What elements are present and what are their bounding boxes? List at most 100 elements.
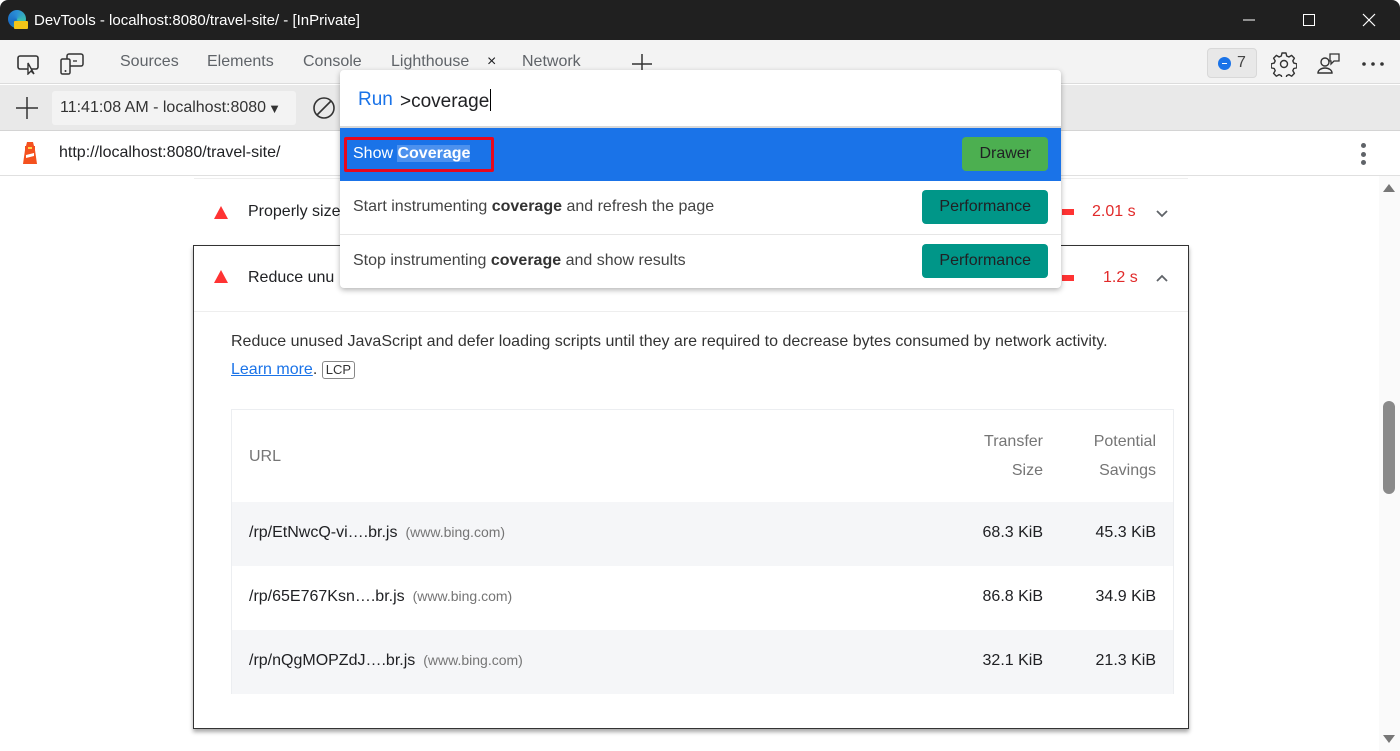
- maximize-button[interactable]: [1286, 0, 1332, 40]
- window-title-bar: DevTools - localhost:8080/travel-site/ -…: [0, 0, 1400, 40]
- potential-savings-cell: 45.3 KiB: [1095, 524, 1156, 541]
- command-input[interactable]: Run >coverage: [340, 70, 1061, 128]
- label-prefix: Show: [353, 145, 398, 162]
- audit-savings-value: 2.01 s: [1092, 203, 1136, 220]
- minimize-icon: [1243, 19, 1255, 21]
- inspect-element-button[interactable]: [15, 52, 41, 76]
- header-line: Transfer: [984, 433, 1043, 450]
- close-lighthouse-tab-icon[interactable]: ×: [487, 53, 496, 71]
- lighthouse-icon: [20, 140, 40, 166]
- label-prefix: Stop instrumenting: [353, 252, 491, 269]
- scroll-up-arrow-icon[interactable]: [1383, 184, 1395, 192]
- command-item-show-coverage[interactable]: Show Coverage Drawer: [340, 128, 1061, 181]
- table-row: /rp/65E767Ksn….br.js (www.bing.com) 86.8 …: [232, 566, 1173, 630]
- audit-title: Reduce unu: [248, 269, 335, 286]
- clear-reports-button[interactable]: [312, 96, 336, 120]
- transfer-size-cell: 68.3 KiB: [982, 524, 1043, 541]
- feedback-button[interactable]: [1316, 52, 1342, 76]
- audit-savings-value: 1.2 s: [1103, 269, 1138, 286]
- label-match: coverage: [490, 252, 562, 269]
- warning-triangle-icon: [214, 206, 228, 219]
- audit-score-bar: [1062, 275, 1074, 281]
- plus-icon: [16, 97, 38, 119]
- command-item-label: Start instrumenting coverage and refresh…: [353, 198, 714, 216]
- resource-url[interactable]: /rp/nQgMOPZdJ….br.js (www.bing.com): [249, 652, 523, 670]
- table-row: /rp/nQgMOPZdJ….br.js (www.bing.com) 32.1 …: [232, 630, 1173, 694]
- issues-count: 7: [1237, 54, 1246, 71]
- device-toggle-icon: [60, 53, 84, 75]
- command-item-start-instrumenting-coverage[interactable]: Start instrumenting coverage and refresh…: [340, 181, 1061, 234]
- url-host: (www.bing.com): [405, 524, 506, 540]
- punctuation: .: [312, 361, 318, 378]
- unused-js-table: URL Transfer Size Potential Savings /rp/…: [231, 409, 1174, 694]
- scrollbar-thumb[interactable]: [1383, 401, 1395, 494]
- settings-button[interactable]: [1271, 52, 1297, 77]
- label-suffix: and show results: [561, 252, 686, 269]
- dropdown-caret-icon: ▼: [268, 100, 281, 116]
- edge-devtools-icon: [8, 10, 28, 30]
- close-icon: [1362, 13, 1376, 27]
- warning-triangle-icon: [214, 270, 228, 283]
- new-report-button[interactable]: [14, 95, 40, 121]
- kebab-dot: [1360, 143, 1366, 148]
- chevron-down-icon[interactable]: [1154, 205, 1170, 221]
- lcp-metric-badge: LCP: [321, 360, 356, 379]
- tab-console[interactable]: Console: [303, 53, 362, 71]
- feedback-icon: [1317, 53, 1340, 74]
- report-menu-button[interactable]: [1355, 141, 1371, 167]
- tab-lighthouse[interactable]: Lighthouse: [391, 53, 469, 71]
- column-header-potential-savings: Potential Savings: [1094, 427, 1156, 485]
- command-item-stop-instrumenting-coverage[interactable]: Stop instrumenting coverage and show res…: [340, 234, 1061, 287]
- audit-title: Properly size: [248, 203, 341, 220]
- url-host: (www.bing.com): [412, 588, 513, 604]
- category-badge-performance: Performance: [922, 244, 1048, 278]
- inspect-icon: [17, 55, 39, 75]
- kebab-dot: [1360, 151, 1366, 157]
- header-line: Savings: [1099, 462, 1156, 479]
- text-cursor: [490, 89, 492, 111]
- device-emulation-button[interactable]: [59, 52, 85, 76]
- minimize-button[interactable]: [1226, 0, 1272, 40]
- table-header: URL Transfer Size Potential Savings: [232, 410, 1173, 502]
- issues-icon: [1218, 56, 1232, 70]
- potential-savings-cell: 21.3 KiB: [1095, 652, 1156, 669]
- resource-url[interactable]: /rp/EtNwcQ-vi….br.js (www.bing.com): [249, 524, 505, 542]
- header-line: Potential: [1093, 433, 1156, 450]
- tab-sources[interactable]: Sources: [120, 53, 179, 71]
- divider: [194, 311, 1188, 312]
- label-prefix: Start instrumenting: [353, 198, 492, 215]
- label-suffix: and refresh the page: [562, 198, 715, 215]
- report-select[interactable]: 11:41:08 AM - localhost:8080 ▼: [52, 91, 296, 125]
- url-host: (www.bing.com): [423, 652, 523, 668]
- maximize-icon: [1303, 14, 1315, 26]
- close-window-button[interactable]: [1346, 0, 1392, 40]
- resource-url[interactable]: /rp/65E767Ksn….br.js (www.bing.com): [249, 588, 512, 606]
- tab-elements[interactable]: Elements: [207, 53, 274, 71]
- report-select-value: 11:41:08 AM - localhost:8080: [60, 99, 267, 116]
- column-header-url: URL: [249, 448, 282, 465]
- command-query[interactable]: >coverage: [400, 89, 492, 113]
- url-path: /rp/EtNwcQ-vi….br.js: [249, 524, 398, 541]
- more-options-button[interactable]: [1360, 52, 1386, 76]
- category-badge-drawer: Drawer: [962, 137, 1048, 171]
- kebab-dot: [1360, 160, 1366, 165]
- chevron-up-icon[interactable]: [1154, 270, 1170, 286]
- audit-score-bar: [1062, 209, 1074, 215]
- transfer-size-cell: 86.8 KiB: [982, 588, 1043, 605]
- clear-icon: [313, 97, 335, 119]
- tab-network[interactable]: Network: [522, 53, 581, 71]
- scroll-down-arrow-icon[interactable]: [1383, 735, 1395, 743]
- issues-counter-button[interactable]: 7: [1207, 48, 1257, 78]
- category-badge-performance: Performance: [922, 190, 1048, 224]
- learn-more-link[interactable]: Learn more: [231, 361, 313, 378]
- potential-savings-cell: 34.9 KiB: [1095, 588, 1156, 605]
- column-header-transfer-size: Transfer Size: [984, 427, 1043, 485]
- label-match: Coverage: [397, 145, 471, 162]
- command-prompt-label: Run: [358, 89, 393, 110]
- command-item-label: Show Coverage: [353, 145, 471, 163]
- url-path: /rp/nQgMOPZdJ….br.js: [249, 652, 416, 669]
- command-menu: Run >coverage Show Coverage Drawer Start…: [340, 70, 1061, 288]
- command-item-label: Stop instrumenting coverage and show res…: [353, 252, 686, 270]
- window-title: DevTools - localhost:8080/travel-site/ -…: [34, 11, 360, 29]
- label-match: coverage: [491, 198, 562, 215]
